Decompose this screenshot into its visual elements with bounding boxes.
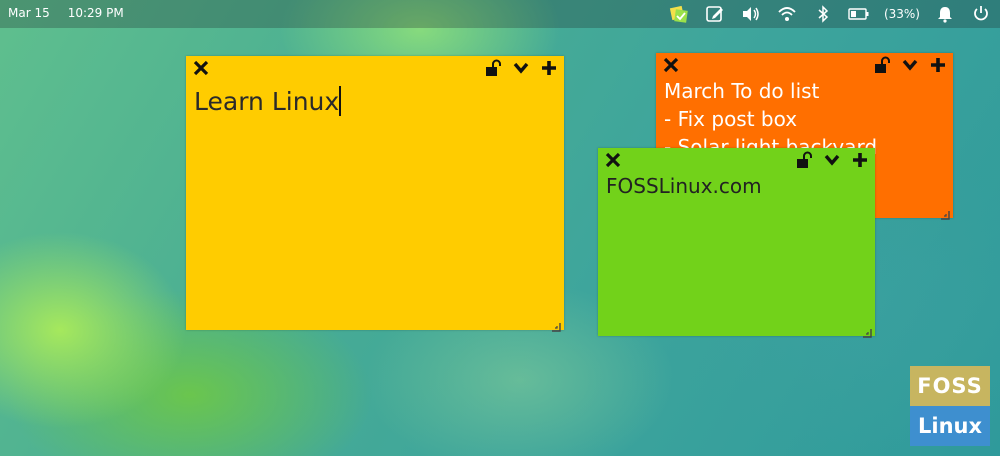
sticky-note-green[interactable]: FOSSLinux.com [598,148,875,338]
resize-grip-icon[interactable] [551,317,561,332]
wifi-icon[interactable] [776,3,798,25]
logo-foss: FOSS [910,366,990,406]
fosslinux-logo: FOSS Linux [910,366,990,446]
battery-icon[interactable] [848,3,870,25]
system-tray: (33%) [668,3,992,25]
note-toolbar [598,148,875,172]
note-text[interactable]: Learn Linux [194,87,339,116]
unlock-icon[interactable] [873,56,891,74]
unlock-icon[interactable] [484,59,502,77]
notification-bell-icon[interactable] [934,3,956,25]
chevron-down-icon[interactable] [512,59,530,77]
bluetooth-icon[interactable] [812,3,834,25]
battery-percent[interactable]: (33%) [884,7,920,21]
note-text-editor[interactable]: Learn Linux [194,86,556,116]
close-icon[interactable] [192,59,210,77]
chevron-down-icon[interactable] [823,151,841,169]
volume-icon[interactable] [740,3,762,25]
add-icon[interactable] [929,56,947,74]
unlock-icon[interactable] [795,151,813,169]
note-toolbar [186,56,564,80]
indicator-stickynotes-icon[interactable] [668,3,690,25]
add-icon[interactable] [540,59,558,77]
time-label[interactable]: 10:29 PM [68,6,124,20]
sticky-note-yellow[interactable]: Learn Linux [186,56,564,332]
resize-grip-icon[interactable] [862,323,872,338]
date-label[interactable]: Mar 15 [8,6,50,20]
power-icon[interactable] [970,3,992,25]
text-cursor [339,86,342,116]
close-icon[interactable] [662,56,680,74]
logo-linux: Linux [910,406,990,446]
note-text[interactable]: FOSSLinux.com [606,172,867,200]
add-icon[interactable] [851,151,869,169]
close-icon[interactable] [604,151,622,169]
note-toolbar [656,53,953,77]
clock-area[interactable]: Mar 15 10:29 PM [8,6,124,20]
resize-grip-icon[interactable] [940,205,950,220]
chevron-down-icon[interactable] [901,56,919,74]
notes-edit-icon[interactable] [704,3,726,25]
top-panel: Mar 15 10:29 PM (33%) [0,0,1000,28]
